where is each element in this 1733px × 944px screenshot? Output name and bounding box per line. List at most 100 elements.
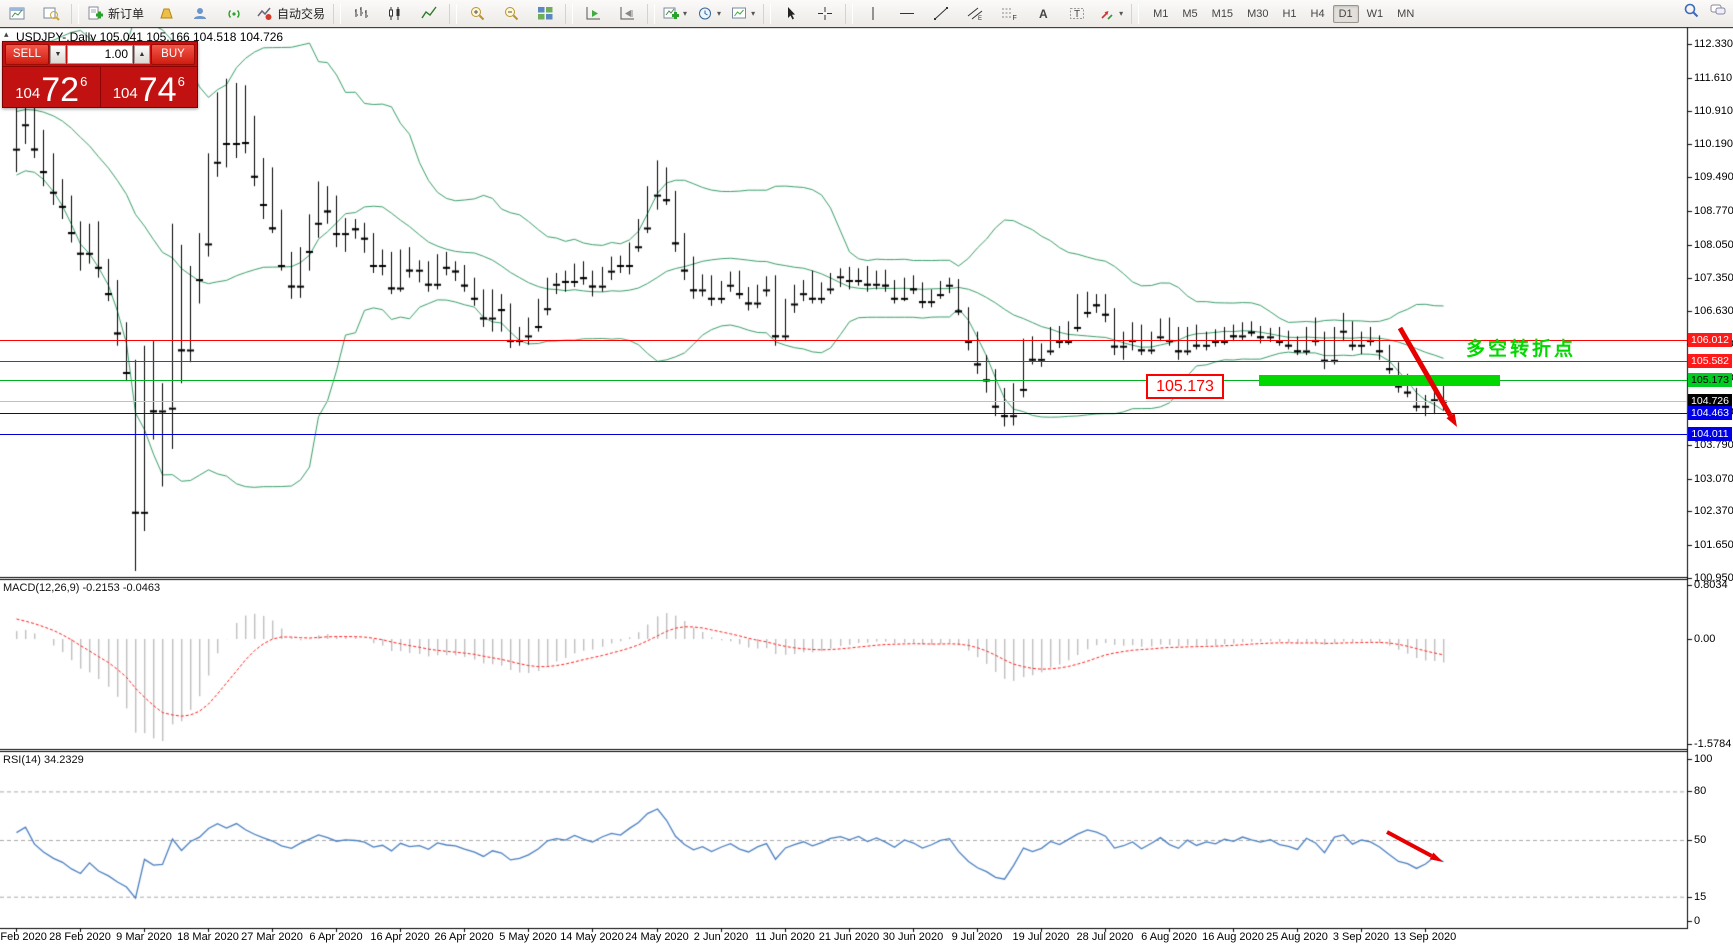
- chart-window-icon: [9, 6, 26, 21]
- horizontal-line-object-105.582[interactable]: [0, 361, 1687, 362]
- sell-price-big: 72: [41, 75, 79, 105]
- buy-price[interactable]: 104 74 6: [101, 67, 198, 107]
- candlestick-chart-button[interactable]: [379, 2, 411, 26]
- periods-button[interactable]: ▾: [693, 2, 725, 26]
- timeframe-w1-button[interactable]: W1: [1361, 5, 1390, 23]
- price-tick-label: 109.490: [1694, 171, 1733, 183]
- search-icon[interactable]: [1683, 3, 1700, 18]
- price-tick-label: 106.630: [1694, 305, 1733, 317]
- vps-button[interactable]: [184, 2, 216, 26]
- volume-increase-button[interactable]: ▲: [134, 45, 150, 64]
- chat-icon[interactable]: [1710, 3, 1727, 18]
- cursor-button[interactable]: [775, 2, 807, 26]
- turning-point-annotation[interactable]: 多空转折点: [1466, 334, 1576, 361]
- date-axis-label: 2 Jun 2020: [686, 931, 756, 943]
- date-axis-label: 28 Jul 2020: [1070, 931, 1140, 943]
- timeframe-d1-button[interactable]: D1: [1333, 5, 1359, 23]
- buy-price-big: 74: [139, 75, 177, 105]
- toolbar-separator: [333, 4, 341, 24]
- price-tick-label: 101.650: [1694, 539, 1733, 551]
- line-chart-button[interactable]: [413, 2, 445, 26]
- horizontal-line-button[interactable]: [891, 2, 923, 26]
- date-axis-label: 9 Mar 2020: [109, 931, 179, 943]
- horizontal-line-object-104.463[interactable]: [0, 413, 1687, 414]
- templates-dropdown-icon[interactable]: ▾: [751, 9, 755, 18]
- arrows-button[interactable]: ▾: [1095, 2, 1127, 26]
- equidistant-channel-button[interactable]: E: [959, 2, 991, 26]
- toolbar-separator: [449, 4, 457, 24]
- templates-button[interactable]: ▾: [727, 2, 759, 26]
- date-axis-label: 5 May 2020: [493, 931, 563, 943]
- support-price-label[interactable]: 105.173: [1146, 374, 1224, 399]
- date-axis-label: 14 May 2020: [557, 931, 627, 943]
- mql5-button[interactable]: [150, 2, 182, 26]
- arrows-dropdown-icon[interactable]: ▾: [1119, 9, 1123, 18]
- timeframe-m30-button[interactable]: M30: [1241, 5, 1274, 23]
- autotrading-button[interactable]: 自动交易: [252, 2, 329, 26]
- profile-button[interactable]: [35, 2, 67, 26]
- auto-scroll-button[interactable]: [577, 2, 609, 26]
- horizontal-line-object-104.011[interactable]: [0, 434, 1687, 435]
- date-axis-label: 6 Aug 2020: [1134, 931, 1204, 943]
- zoom-in-button[interactable]: [461, 2, 493, 26]
- fibonacci-button[interactable]: F: [993, 2, 1025, 26]
- price-badge-105.173: 105.173: [1688, 373, 1732, 387]
- one-click-trading-panel: SELL ▼ 1.00 ▲ BUY 104 72 6 104 74 6: [2, 41, 198, 108]
- horizontal-line-object-104.726[interactable]: [0, 401, 1687, 402]
- indicators-dropdown-icon[interactable]: ▾: [683, 9, 687, 18]
- text-button[interactable]: A: [1027, 2, 1059, 26]
- bar-chart-button[interactable]: [345, 2, 377, 26]
- one-click-collapse-icon[interactable]: ▴: [4, 29, 9, 40]
- price-badge-105.582: 105.582: [1688, 354, 1732, 368]
- date-axis-label: 28 Feb 2020: [45, 931, 115, 943]
- toolbar-right-icons: [1683, 3, 1727, 18]
- sell-price[interactable]: 104 72 6: [3, 67, 101, 107]
- periods-dropdown-icon[interactable]: ▾: [717, 9, 721, 18]
- date-axis-label: 25 Aug 2020: [1262, 931, 1332, 943]
- new-order-button[interactable]: 新订单: [83, 2, 148, 26]
- tile-windows-button[interactable]: [529, 2, 561, 26]
- timeframe-h1-button[interactable]: H1: [1276, 5, 1302, 23]
- date-axis-label: 21 Jun 2020: [814, 931, 884, 943]
- price-badge-106.012: 106.012: [1688, 333, 1732, 347]
- volume-decrease-button[interactable]: ▼: [50, 45, 66, 64]
- date-axis-label: 19 Feb 2020: [0, 931, 51, 943]
- sell-button[interactable]: SELL: [5, 44, 49, 65]
- trend-line-button[interactable]: [925, 2, 957, 26]
- line-chart-icon: [421, 6, 438, 21]
- timeframe-mn-button[interactable]: MN: [1391, 5, 1420, 23]
- macd-axis-label: 0.00: [1694, 633, 1715, 645]
- chart-shift-icon: [619, 6, 636, 21]
- crosshair-icon: [817, 6, 834, 21]
- text-label-button[interactable]: T: [1061, 2, 1093, 26]
- chart-window-button[interactable]: [1, 2, 33, 26]
- price-badge-104.463: 104.463: [1688, 406, 1732, 420]
- vertical-line-button[interactable]: [857, 2, 889, 26]
- toolbar-separator: [565, 4, 573, 24]
- horizontal-line-object-106.012[interactable]: [0, 340, 1687, 341]
- main-chart-canvas[interactable]: [0, 0, 1733, 944]
- new-order-icon: [87, 6, 104, 21]
- crosshair-button[interactable]: [809, 2, 841, 26]
- buy-button[interactable]: BUY: [151, 44, 195, 65]
- timeframe-h4-button[interactable]: H4: [1305, 5, 1331, 23]
- rsi-axis-label: 50: [1694, 834, 1706, 846]
- volume-input[interactable]: 1.00: [67, 45, 133, 64]
- templates-icon: [731, 6, 748, 21]
- text-icon: A: [1035, 6, 1052, 21]
- support-zone-bar[interactable]: [1259, 375, 1500, 386]
- macd-axis-label: 0.8034: [1694, 579, 1728, 591]
- price-tick-label: 111.610: [1694, 72, 1732, 84]
- timeframe-m15-button[interactable]: M15: [1206, 5, 1239, 23]
- indicators-button[interactable]: ▾: [659, 2, 691, 26]
- zoom-out-button[interactable]: [495, 2, 527, 26]
- profile-icon: [43, 6, 60, 21]
- toolbar-separator: [647, 4, 655, 24]
- price-tick-label: 110.910: [1694, 105, 1733, 117]
- signals-button[interactable]: [218, 2, 250, 26]
- autotrading-icon: [256, 6, 273, 21]
- price-tick-label: 110.190: [1694, 138, 1733, 150]
- chart-shift-button[interactable]: [611, 2, 643, 26]
- timeframe-m1-button[interactable]: M1: [1147, 5, 1174, 23]
- timeframe-m5-button[interactable]: M5: [1176, 5, 1203, 23]
